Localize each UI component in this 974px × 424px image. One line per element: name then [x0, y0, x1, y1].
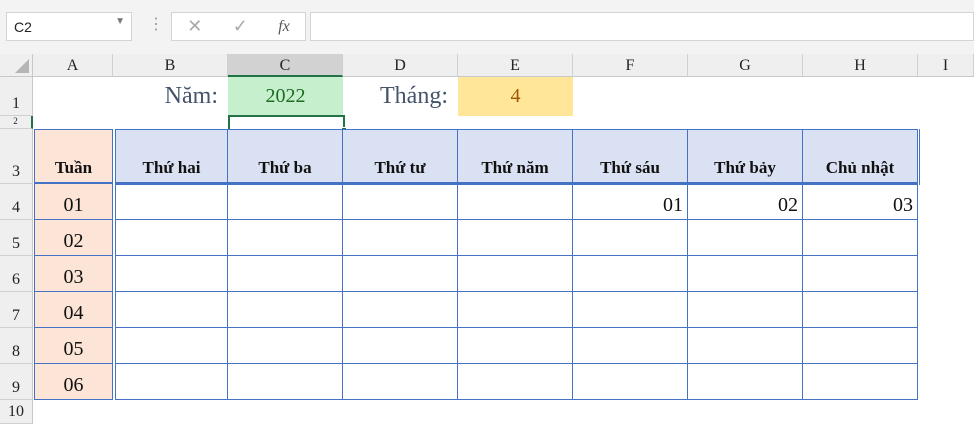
day-header: Thứ năm — [458, 129, 573, 185]
day-cell[interactable] — [115, 256, 228, 292]
day-cell[interactable] — [458, 220, 573, 256]
enter-icon[interactable]: ✓ — [233, 16, 248, 37]
week-header: Tuần — [34, 129, 113, 185]
cancel-icon[interactable]: ✕ — [187, 16, 202, 37]
day-cell[interactable] — [688, 292, 803, 328]
formula-buttons: ✕ ✓ fx — [171, 12, 306, 41]
day-cell[interactable]: 03 — [803, 184, 918, 220]
column-header-i[interactable]: I — [918, 54, 974, 77]
day-cell[interactable] — [228, 220, 343, 256]
column-header-a[interactable]: A — [33, 54, 113, 77]
day-header: Thứ tư — [343, 129, 458, 185]
day-header: Thứ sáu — [573, 129, 688, 185]
day-cell[interactable] — [343, 364, 458, 400]
row-header-2[interactable]: 2 — [0, 116, 33, 129]
week-number: 06 — [34, 364, 113, 400]
day-cell[interactable] — [115, 292, 228, 328]
day-cell[interactable] — [688, 256, 803, 292]
column-header-h[interactable]: H — [803, 54, 918, 77]
day-cell[interactable] — [228, 364, 343, 400]
month-cell[interactable]: 4 — [458, 77, 573, 116]
row-header-3[interactable]: 3 — [0, 129, 33, 184]
week-number: 05 — [34, 328, 113, 364]
row-header-5[interactable]: 5 — [0, 220, 33, 256]
day-cell[interactable] — [343, 256, 458, 292]
more-options-icon[interactable]: ⋮ — [148, 14, 164, 34]
column-header-g[interactable]: G — [688, 54, 803, 77]
day-cell[interactable]: 01 — [573, 184, 688, 220]
column-header-f[interactable]: F — [573, 54, 688, 77]
day-cell[interactable]: 02 — [688, 184, 803, 220]
day-header: Thứ ba — [228, 129, 343, 185]
day-cell[interactable] — [573, 364, 688, 400]
day-cell[interactable] — [458, 292, 573, 328]
select-all-icon — [15, 59, 29, 73]
formula-input[interactable] — [310, 12, 974, 41]
day-cell[interactable] — [458, 256, 573, 292]
day-cell[interactable] — [573, 256, 688, 292]
row-header-8[interactable]: 8 — [0, 328, 33, 364]
week-number: 02 — [34, 220, 113, 256]
month-label: Tháng: — [380, 83, 448, 109]
row-header-4[interactable]: 4 — [0, 184, 33, 220]
week-number: 03 — [34, 256, 113, 292]
day-cell[interactable] — [228, 184, 343, 220]
row-header-7[interactable]: 7 — [0, 292, 33, 328]
day-header: Thứ bảy — [688, 129, 803, 185]
day-cell[interactable] — [458, 328, 573, 364]
day-cell[interactable] — [688, 220, 803, 256]
row-header-9[interactable]: 9 — [0, 364, 33, 400]
row-header-10[interactable]: 10 — [0, 400, 33, 424]
day-cell[interactable] — [343, 184, 458, 220]
day-header: Thứ hai — [115, 129, 228, 185]
select-all-button[interactable] — [0, 54, 33, 77]
day-cell[interactable] — [228, 328, 343, 364]
day-cell[interactable] — [115, 364, 228, 400]
name-box-value: C2 — [14, 19, 32, 35]
column-header-d[interactable]: D — [343, 54, 458, 77]
week-number: 04 — [34, 292, 113, 328]
day-cell[interactable] — [803, 220, 918, 256]
day-cell[interactable] — [803, 328, 918, 364]
day-cell[interactable] — [228, 256, 343, 292]
day-cell[interactable] — [458, 364, 573, 400]
day-cell[interactable] — [688, 364, 803, 400]
day-cell[interactable] — [573, 292, 688, 328]
day-cell[interactable] — [573, 328, 688, 364]
day-cell[interactable] — [115, 220, 228, 256]
week-number: 01 — [34, 184, 113, 220]
insert-function-icon[interactable]: fx — [278, 18, 290, 36]
year-cell[interactable]: 2022 — [228, 77, 343, 116]
day-cell[interactable] — [688, 328, 803, 364]
day-header: Chủ nhật — [803, 129, 918, 185]
day-cell[interactable] — [343, 220, 458, 256]
day-cell[interactable] — [803, 292, 918, 328]
day-cell[interactable] — [115, 184, 228, 220]
day-cell[interactable] — [458, 184, 573, 220]
year-label: Năm: — [164, 83, 218, 109]
name-box[interactable]: C2 ▼ — [6, 12, 132, 41]
day-cell[interactable] — [343, 292, 458, 328]
column-header-e[interactable]: E — [458, 54, 573, 77]
row-header-1[interactable]: 1 — [0, 77, 33, 116]
column-header-c[interactable]: C — [228, 54, 343, 77]
day-cell[interactable] — [228, 292, 343, 328]
day-cell[interactable] — [803, 256, 918, 292]
table-border — [918, 129, 920, 185]
day-cell[interactable] — [115, 328, 228, 364]
day-cell[interactable] — [573, 220, 688, 256]
chevron-down-icon[interactable]: ▼ — [115, 16, 125, 27]
day-cell[interactable] — [343, 328, 458, 364]
row-header-6[interactable]: 6 — [0, 256, 33, 292]
day-cell[interactable] — [803, 364, 918, 400]
column-header-b[interactable]: B — [113, 54, 228, 77]
